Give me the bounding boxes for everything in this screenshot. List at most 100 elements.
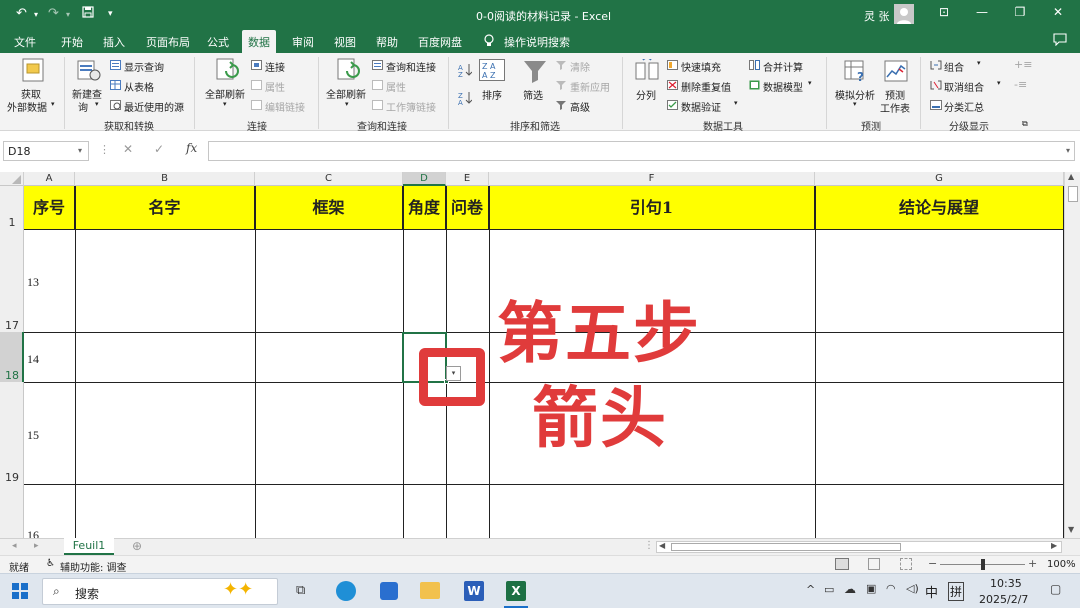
new-query-dropdown-icon[interactable]: ▾ <box>95 100 99 108</box>
task-view-icon[interactable]: ⧉ <box>296 583 305 598</box>
status-accessibility[interactable]: 辅助功能: 调查 <box>60 559 127 574</box>
column-header-g[interactable]: G <box>815 172 1064 186</box>
close-icon[interactable]: ✕ <box>1048 5 1068 19</box>
subtotal-button[interactable]: 分类汇总 <box>944 99 984 114</box>
from-table-icon[interactable] <box>110 80 121 93</box>
what-if-dropdown-icon[interactable]: ▾ <box>853 100 857 108</box>
get-data-label2[interactable]: 外部数据 <box>7 99 47 114</box>
data-model-dropdown-icon[interactable]: ▾ <box>808 79 812 87</box>
tab-data[interactable]: 数据 <box>242 30 276 53</box>
zoom-in-icon[interactable]: + <box>1028 557 1037 570</box>
name-box-dropdown-icon[interactable]: ▾ <box>78 146 82 155</box>
wifi-icon[interactable]: ◠ <box>886 582 896 595</box>
tab-page-layout[interactable]: 页面布局 <box>146 34 190 50</box>
minimize-icon[interactable]: — <box>972 5 992 19</box>
refresh-all-queries-icon[interactable] <box>335 57 361 86</box>
zoom-level[interactable]: 100% <box>1047 559 1076 570</box>
tell-me-search[interactable]: 操作说明搜索 <box>504 34 570 50</box>
row-header-1[interactable]: 1 <box>0 216 24 229</box>
vertical-scrollbar[interactable]: ▲ ▼ <box>1064 172 1080 538</box>
zoom-out-icon[interactable]: − <box>928 557 937 570</box>
filter-button[interactable]: 筛选 <box>523 87 543 102</box>
page-break-view-icon[interactable] <box>900 558 912 570</box>
insert-function-icon[interactable]: fx <box>186 141 197 155</box>
add-sheet-icon[interactable]: ⊕ <box>132 539 142 553</box>
taskbar-time[interactable]: 10:35 <box>990 577 1022 590</box>
notification-icon[interactable]: ▢ <box>1050 582 1061 596</box>
select-all-corner[interactable] <box>0 172 24 186</box>
text-to-columns-button[interactable]: 分列 <box>636 87 656 102</box>
ime-language[interactable]: 中 <box>925 582 938 601</box>
connections-button[interactable]: 连接 <box>265 59 285 74</box>
windows-start-icon[interactable] <box>12 583 28 602</box>
header-cell-seq[interactable]: 序号 <box>24 186 75 230</box>
tab-split-icon[interactable]: ⋮ <box>644 540 654 551</box>
text-to-columns-icon[interactable] <box>635 57 659 86</box>
customize-qat-icon[interactable]: ▾ <box>108 9 113 19</box>
ribbon-display-icon[interactable]: ⊡ <box>934 5 954 19</box>
show-query-icon[interactable] <box>110 60 121 73</box>
header-cell-name[interactable]: 名字 <box>75 186 255 230</box>
refresh-all-queries-button[interactable]: 全部刷新 <box>326 86 366 101</box>
consolidate-button[interactable]: 合并计算 <box>763 59 803 74</box>
undo-dropdown-icon[interactable]: ▾ <box>34 10 38 19</box>
get-data-dropdown-icon[interactable]: ▾ <box>51 100 55 108</box>
consolidate-icon[interactable] <box>749 60 760 73</box>
header-cell-quote1[interactable]: 引句1 <box>489 186 815 230</box>
column-header-a[interactable]: A <box>24 172 75 186</box>
edge-icon[interactable] <box>336 581 356 601</box>
row-header-18[interactable]: 18 <box>0 369 24 382</box>
filter-icon[interactable] <box>523 59 547 86</box>
tab-insert[interactable]: 插入 <box>103 34 125 50</box>
tab-home[interactable]: 开始 <box>61 34 83 50</box>
forecast-sheet-label2[interactable]: 工作表 <box>880 100 910 115</box>
volume-icon[interactable]: ◁) <box>906 582 919 595</box>
column-header-d[interactable]: D <box>403 172 446 186</box>
undo-icon[interactable]: ↶ <box>16 6 27 21</box>
refresh-all-icon[interactable] <box>214 57 240 86</box>
comments-icon[interactable] <box>1053 33 1067 49</box>
excel-icon[interactable]: X <box>506 581 526 601</box>
connections-icon[interactable] <box>251 60 262 73</box>
advanced-filter-icon[interactable] <box>556 100 567 113</box>
restore-icon[interactable]: ❐ <box>1010 5 1030 19</box>
tab-view[interactable]: 视图 <box>334 34 356 50</box>
refresh-all-button[interactable]: 全部刷新 <box>205 86 245 101</box>
confirm-edit-icon[interactable]: ✓ <box>154 142 164 156</box>
from-table-button[interactable]: 从表格 <box>124 79 154 94</box>
store-icon[interactable] <box>380 582 398 600</box>
advanced-filter-button[interactable]: 高级 <box>570 99 590 114</box>
prev-sheet-icon[interactable]: ◂ <box>12 541 17 551</box>
recent-sources-icon[interactable] <box>110 100 121 113</box>
get-data-icon[interactable] <box>20 57 46 86</box>
queries-connections-icon[interactable] <box>372 60 383 73</box>
avatar[interactable] <box>894 4 914 24</box>
tab-review[interactable]: 审阅 <box>292 34 314 50</box>
group-icon[interactable] <box>930 60 942 73</box>
taskbar-search-box[interactable]: ⌕ 搜索 ✦✦ <box>42 578 278 605</box>
cancel-edit-icon[interactable]: ✕ <box>123 142 133 156</box>
header-cell-framework[interactable]: 框架 <box>255 186 403 230</box>
group-dropdown-icon[interactable]: ▾ <box>977 59 981 67</box>
data-validation-dropdown-icon[interactable]: ▾ <box>734 99 738 107</box>
queries-connections-button[interactable]: 查询和连接 <box>386 59 436 74</box>
horizontal-scrollbar[interactable]: ◀ ▶ <box>656 541 1062 553</box>
scroll-right-icon[interactable]: ▶ <box>1051 541 1057 550</box>
save-icon[interactable] <box>82 6 94 22</box>
ungroup-dropdown-icon[interactable]: ▾ <box>997 79 1001 87</box>
vertical-scroll-thumb[interactable] <box>1068 186 1078 202</box>
user-name[interactable]: 灵 张 <box>864 8 890 24</box>
cell-seq-15[interactable]: 15 <box>27 428 39 443</box>
file-explorer-icon[interactable] <box>420 582 440 599</box>
forecast-sheet-icon[interactable] <box>884 59 908 86</box>
ungroup-button[interactable]: 取消组合 <box>944 79 984 94</box>
sort-descending-icon[interactable]: ZA <box>458 90 473 109</box>
sheet-tab-feuil1[interactable]: Feuil1 <box>64 538 114 555</box>
refresh-all-dropdown-icon[interactable]: ▾ <box>223 100 227 108</box>
new-query-icon[interactable] <box>76 57 102 86</box>
header-cell-questionnaire[interactable]: 问卷 <box>446 186 489 230</box>
ungroup-icon[interactable] <box>930 80 942 93</box>
name-box[interactable]: D18 ▾ <box>3 141 89 161</box>
redo-icon[interactable]: ↷ <box>48 6 59 21</box>
show-query-button[interactable]: 显示查询 <box>124 59 164 74</box>
